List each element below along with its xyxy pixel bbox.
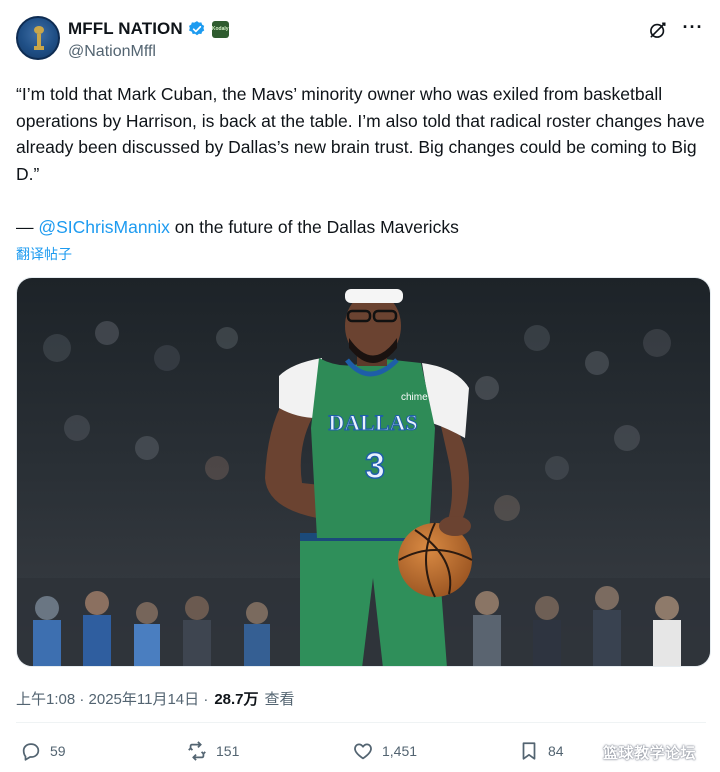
like-icon: [354, 743, 372, 760]
credit-prefix: —: [16, 217, 39, 237]
like-button[interactable]: 1,451: [352, 735, 417, 767]
display-name[interactable]: MFFL NATION: [68, 19, 183, 39]
verified-badge-icon: [188, 21, 204, 36]
more-icon[interactable]: ···: [682, 18, 704, 40]
watermark: 篮球教学论坛: [603, 745, 697, 762]
affiliate-badge[interactable]: Kodaly: [211, 20, 229, 38]
grok-icon[interactable]: [648, 20, 668, 40]
bookmark-count: 84: [548, 743, 564, 759]
translate-post-link[interactable]: 翻译帖子: [16, 244, 72, 264]
tweet-header: MFFL NATION Kodaly @NationMffl ···: [16, 14, 706, 66]
reply-button[interactable]: 59: [20, 735, 66, 767]
name-row: MFFL NATION Kodaly: [68, 18, 229, 40]
jersey-sponsor: chime: [401, 392, 428, 403]
jersey-number: 3: [365, 445, 385, 486]
repost-button[interactable]: 151: [186, 735, 239, 767]
credit-suffix: on the future of the Dallas Mavericks: [169, 217, 459, 237]
reply-icon: [22, 743, 40, 761]
like-count: 1,451: [382, 743, 418, 759]
repost-icon: [188, 741, 206, 761]
tweet-meta: 上午1:08 · 2025年11月14日 · 28.7万 查看: [16, 688, 295, 709]
bookmark-button[interactable]: 84: [518, 735, 564, 767]
jersey-text: DALLAS: [328, 410, 417, 435]
timestamp[interactable]: 上午1:08 · 2025年11月14日 ·: [16, 688, 208, 709]
mention-link[interactable]: @SIChrisMannix: [38, 217, 170, 237]
tweet-text: “I’m told that Mark Cuban, the Mavs’ min…: [16, 84, 705, 184]
reply-count: 59: [50, 743, 66, 759]
repost-count: 151: [216, 743, 240, 759]
tweet-photo[interactable]: DALLAS 3 chime: [16, 277, 711, 667]
avatar[interactable]: [16, 16, 60, 60]
tweet-credit: — @SIChrisMannix on the future of the Da…: [16, 214, 459, 240]
basketball-player-photo: DALLAS 3 chime: [17, 278, 710, 666]
views-label: 查看: [264, 691, 295, 708]
bookmark-icon: [522, 742, 536, 760]
divider: [16, 722, 706, 723]
views-count: 28.7万: [214, 691, 259, 708]
handle[interactable]: @NationMffl: [68, 43, 156, 61]
trophy-logo-icon: [34, 26, 44, 50]
